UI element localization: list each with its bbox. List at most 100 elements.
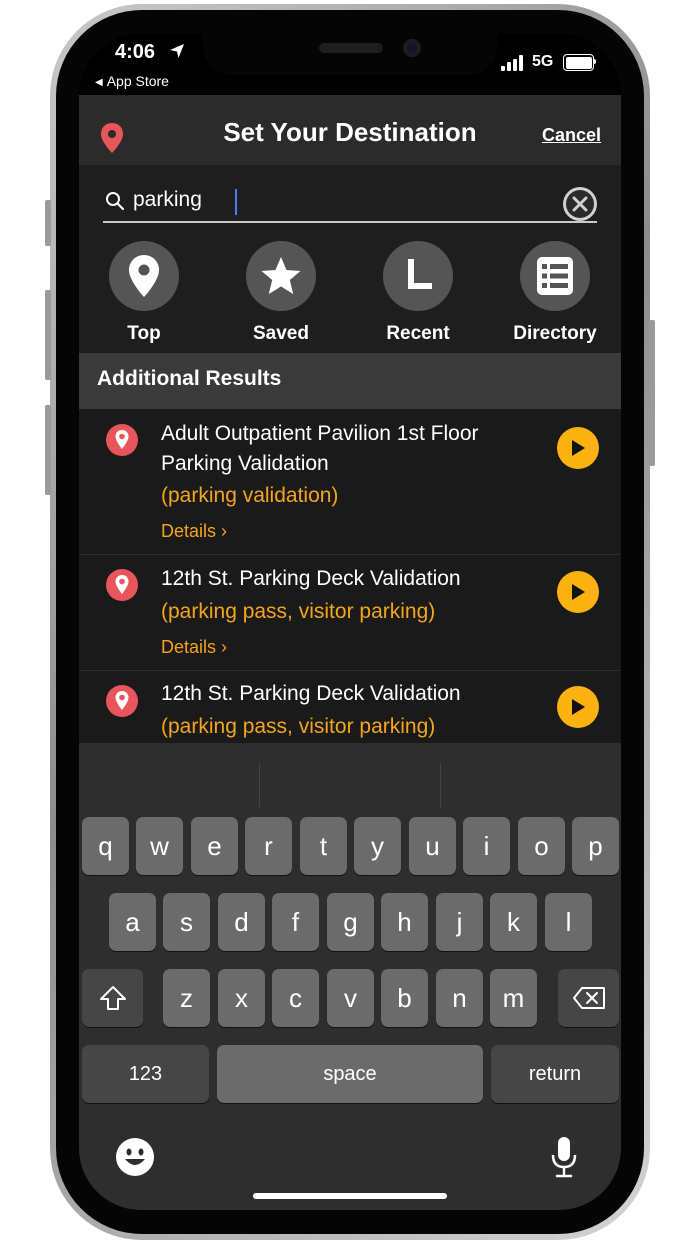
- microphone-icon[interactable]: [549, 1135, 579, 1179]
- power-button: [649, 320, 655, 466]
- tab-saved-circle: [246, 241, 316, 311]
- tab-top-label: Top: [127, 323, 161, 344]
- key-a[interactable]: a: [109, 893, 156, 951]
- suggestion-divider: [440, 763, 441, 807]
- emoji-icon[interactable]: [115, 1137, 155, 1177]
- tab-saved[interactable]: Saved: [226, 239, 336, 351]
- search-input[interactable]: [133, 185, 533, 215]
- key-k[interactable]: k: [490, 893, 537, 951]
- result-keywords: (parking pass, visitor parking): [161, 600, 436, 623]
- result-details-link[interactable]: Details ›: [161, 637, 227, 658]
- home-indicator[interactable]: [253, 1193, 447, 1199]
- section-header: Additional Results: [79, 353, 621, 409]
- front-camera: [403, 39, 421, 57]
- result-title-line2: Parking Validation: [161, 452, 329, 475]
- key-h[interactable]: h: [381, 893, 428, 951]
- battery-cap: [593, 59, 596, 64]
- key-j[interactable]: j: [436, 893, 483, 951]
- clear-search-button[interactable]: [563, 187, 597, 221]
- destination-header: Set Your Destination Cancel: [79, 95, 621, 165]
- back-app-label: App Store: [106, 73, 169, 89]
- key-e[interactable]: e: [191, 817, 238, 875]
- key-d[interactable]: d: [218, 893, 265, 951]
- tab-directory-label: Directory: [513, 323, 597, 344]
- key-i[interactable]: i: [463, 817, 510, 875]
- key-g[interactable]: g: [327, 893, 374, 951]
- result-pin-icon: [106, 424, 138, 456]
- key-m[interactable]: m: [490, 969, 537, 1027]
- key-c[interactable]: c: [272, 969, 319, 1027]
- volume-up-button: [45, 290, 51, 380]
- section-title: Additional Results: [97, 367, 282, 390]
- shift-icon: [99, 986, 126, 1010]
- results-list[interactable]: Adult Outpatient Pavilion 1st Floor Park…: [79, 409, 621, 743]
- key-b[interactable]: b: [381, 969, 428, 1027]
- back-triangle-icon: ◀: [95, 77, 103, 88]
- key-v[interactable]: v: [327, 969, 374, 1027]
- signal-bars-icon: [501, 55, 523, 71]
- result-details-link[interactable]: Details ›: [161, 521, 227, 542]
- keyboard: q w e r t y u i o p a s d f g h j k l z …: [79, 743, 621, 1210]
- text-cursor: [235, 189, 237, 215]
- play-icon: [572, 584, 585, 600]
- key-x[interactable]: x: [218, 969, 265, 1027]
- back-to-app-link[interactable]: ◀ App Store: [95, 73, 169, 89]
- key-l[interactable]: l: [545, 893, 592, 951]
- key-f[interactable]: f: [272, 893, 319, 951]
- list-item[interactable]: 12th St. Parking Deck Validation (parkin…: [79, 555, 621, 671]
- phone-screen: 4:06 ◀ App Store 5G Set Your Destination …: [79, 33, 621, 1210]
- play-icon: [572, 699, 585, 715]
- key-t[interactable]: t: [300, 817, 347, 875]
- numbers-key[interactable]: 123: [82, 1045, 209, 1103]
- clock-icon: [408, 259, 432, 289]
- tab-recent-circle: [383, 241, 453, 311]
- tab-directory-circle: [520, 241, 590, 311]
- search-bar: [103, 177, 597, 223]
- return-key[interactable]: return: [491, 1045, 619, 1103]
- key-s[interactable]: s: [163, 893, 210, 951]
- space-key[interactable]: space: [217, 1045, 483, 1103]
- key-r[interactable]: r: [245, 817, 292, 875]
- close-icon: [566, 190, 594, 218]
- key-z[interactable]: z: [163, 969, 210, 1027]
- play-icon: [572, 440, 585, 456]
- network-type: 5G: [532, 53, 554, 70]
- list-item[interactable]: Adult Outpatient Pavilion 1st Floor Park…: [79, 409, 621, 555]
- tab-saved-label: Saved: [253, 323, 309, 344]
- search-icon: [106, 192, 125, 211]
- speaker-grille: [319, 43, 383, 53]
- star-icon: [261, 257, 301, 294]
- location-arrow-icon: [170, 44, 184, 58]
- search-panel: Top Saved Recent: [79, 165, 621, 353]
- navigate-button[interactable]: [557, 686, 599, 728]
- tab-recent-label: Recent: [386, 323, 450, 344]
- key-n[interactable]: n: [436, 969, 483, 1027]
- shift-key[interactable]: [82, 969, 143, 1027]
- delete-key[interactable]: [558, 969, 619, 1027]
- location-pin-icon: [129, 255, 159, 297]
- tab-top[interactable]: Top: [89, 239, 199, 351]
- tab-directory[interactable]: Directory: [500, 239, 610, 351]
- key-w[interactable]: w: [136, 817, 183, 875]
- result-title: 12th St. Parking Deck Validation: [161, 682, 461, 705]
- key-q[interactable]: q: [82, 817, 129, 875]
- navigate-button[interactable]: [557, 571, 599, 613]
- result-keywords: (parking validation): [161, 484, 339, 507]
- key-y[interactable]: y: [354, 817, 401, 875]
- list-icon: [537, 257, 573, 295]
- key-o[interactable]: o: [518, 817, 565, 875]
- battery-icon: [563, 54, 594, 71]
- key-p[interactable]: p: [572, 817, 619, 875]
- suggestion-divider: [259, 763, 260, 807]
- notch: [203, 33, 497, 75]
- page-title: Set Your Destination: [223, 117, 477, 147]
- key-u[interactable]: u: [409, 817, 456, 875]
- result-title: Adult Outpatient Pavilion 1st Floor: [161, 422, 479, 445]
- result-keywords: (parking pass, visitor parking): [161, 715, 436, 738]
- mute-switch: [45, 200, 51, 246]
- list-item[interactable]: 12th St. Parking Deck Validation (parkin…: [79, 671, 621, 743]
- tab-recent[interactable]: Recent: [363, 239, 473, 351]
- result-pin-icon: [106, 685, 138, 717]
- navigate-button[interactable]: [557, 427, 599, 469]
- cancel-button[interactable]: Cancel: [542, 125, 601, 146]
